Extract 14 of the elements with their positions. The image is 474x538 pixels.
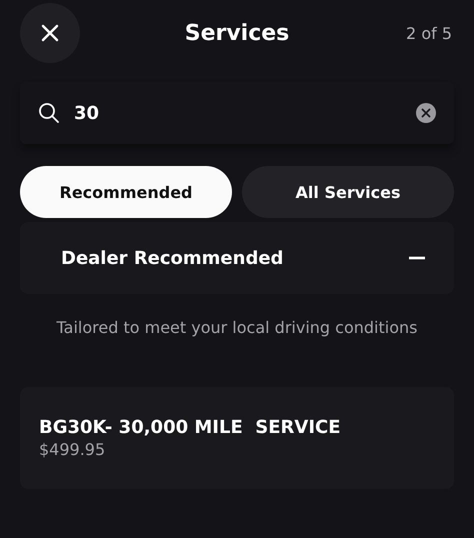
search-icon — [38, 102, 60, 124]
clear-icon[interactable] — [416, 103, 436, 123]
section-title: Dealer Recommended — [61, 248, 284, 268]
page-title: Services — [184, 20, 290, 46]
section-subtitle: Tailored to meet your local driving conditions — [56, 318, 418, 337]
service-card[interactable]: BG30K- 30,000 MILE SERVICE $499.95 — [20, 387, 454, 489]
search-field[interactable]: 30 — [74, 102, 140, 124]
service-price: $499.95 — [39, 440, 106, 459]
tab[interactable]: Recommended — [20, 166, 232, 218]
tab[interactable]: All Services — [242, 166, 454, 218]
section-header[interactable]: Dealer Recommended — [20, 222, 454, 294]
service-name: BG30K- 30,000 MILE SERVICE — [39, 417, 341, 438]
close-icon — [41, 24, 59, 42]
page-counter: 2 of 5 — [406, 24, 452, 42]
